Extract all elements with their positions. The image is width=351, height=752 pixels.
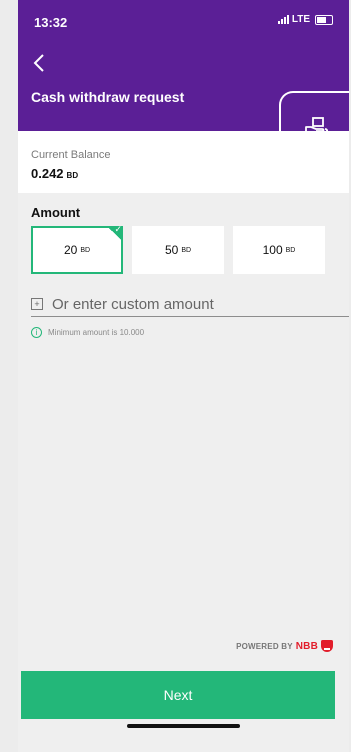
info-icon: i: [31, 327, 42, 338]
balance-currency: BD: [66, 171, 79, 180]
custom-amount-input[interactable]: + Or enter custom amount: [31, 292, 349, 317]
balance-value: 0.242 BD: [31, 166, 78, 181]
next-button[interactable]: Next: [21, 671, 335, 719]
amount-option-value: 20: [63, 243, 78, 257]
amount-option-value: 100: [262, 243, 283, 257]
balance-amount: 0.242: [31, 166, 64, 181]
status-time: 13:32: [34, 15, 68, 30]
amount-option-currency: BD: [181, 246, 192, 254]
amount-option-value: 50: [164, 243, 179, 257]
back-icon[interactable]: [30, 52, 50, 74]
signal-icon: [277, 15, 289, 24]
nbb-logo-icon: [321, 640, 333, 652]
powered-by: POWERED BY NBB: [236, 640, 333, 652]
amount-title: Amount: [31, 205, 81, 220]
amount-option-currency: BD: [80, 246, 91, 254]
check-icon: [107, 224, 123, 242]
amount-option-50[interactable]: 50 BD: [132, 226, 224, 274]
network-label: LTE: [291, 14, 310, 25]
amount-section: Amount 20BD 50BD 100BD + Or enter custom…: [18, 193, 349, 752]
amount-option-100[interactable]: 100 BD: [233, 226, 325, 274]
minimum-amount-note: i Minimum amount is 10.000: [31, 327, 144, 338]
battery-icon: [315, 14, 333, 25]
minimum-amount-text: Minimum amount is 10.000: [48, 328, 145, 337]
nbb-brand: NBB: [295, 640, 318, 652]
home-indicator: [127, 724, 240, 728]
page-title: Cash withdraw request: [31, 89, 185, 105]
amount-option-currency: BD: [285, 246, 296, 254]
balance-section: Current Balance 0.242 BD: [18, 131, 349, 193]
powered-by-label: POWERED BY: [236, 641, 293, 651]
custom-amount-placeholder: Or enter custom amount: [52, 295, 214, 313]
balance-label: Current Balance: [31, 149, 111, 161]
status-indicators: LTE: [277, 14, 333, 25]
mobile-screen: 13:32 LTE Cash withdraw request Current …: [18, 0, 349, 752]
amount-option-20[interactable]: 20 BD: [31, 224, 123, 274]
add-icon: +: [31, 298, 43, 310]
amount-options: 20BD 50BD 100BD: [31, 224, 325, 274]
